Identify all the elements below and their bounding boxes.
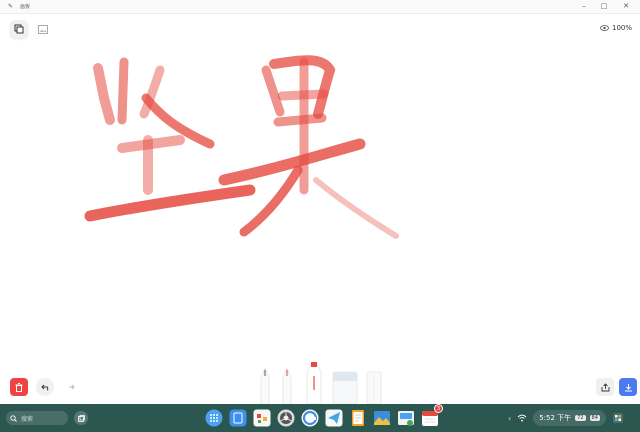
layers-button[interactable]: [10, 20, 28, 38]
tray-chip-1: 72: [575, 415, 586, 421]
control-center-icon[interactable]: [612, 412, 624, 424]
clear-canvas-button[interactable]: [10, 378, 28, 396]
taskbar-search[interactable]: 搜索: [6, 411, 68, 425]
layers-icon: [14, 24, 24, 34]
marker-tool-selected[interactable]: [306, 362, 322, 404]
eraser-tool[interactable]: [332, 371, 358, 404]
whiteboard-window: ✎ 画板 – □ ✕ 100%: [0, 0, 640, 404]
telegram-icon[interactable]: [324, 408, 344, 428]
weather-icon[interactable]: [396, 408, 416, 428]
file-manager-icon[interactable]: [228, 408, 248, 428]
edit-controls: [10, 378, 80, 396]
multitask-button[interactable]: [74, 411, 88, 425]
share-button[interactable]: [596, 378, 614, 396]
ruler-tool[interactable]: [366, 371, 382, 404]
download-icon: [624, 383, 632, 391]
clock-time: 5:52 下午: [539, 414, 572, 422]
browser-icon[interactable]: [300, 408, 320, 428]
pen-tray: [260, 362, 382, 404]
trash-icon: [15, 382, 23, 392]
multitask-icon: [77, 414, 85, 422]
undo-icon: [41, 384, 49, 390]
system-tray: ‹ 5:52 下午 72 84: [508, 410, 624, 426]
search-icon: [10, 414, 17, 422]
notification-badge: 3: [434, 404, 443, 413]
dock: 3: [204, 404, 443, 430]
handwriting-strokes: [84, 55, 399, 239]
taskbar: 搜索 3 ‹ 5:52 下午 72 84: [0, 404, 640, 432]
image-icon: [38, 24, 48, 34]
zoom-indicator[interactable]: 100%: [600, 19, 638, 37]
drawing-canvas[interactable]: [60, 40, 430, 260]
insert-image-button[interactable]: [34, 20, 52, 38]
redo-button[interactable]: [62, 378, 80, 396]
stroke: [93, 63, 115, 125]
close-button[interactable]: ✕: [618, 0, 634, 13]
pages-icon[interactable]: [348, 408, 368, 428]
gallery-icon[interactable]: [372, 408, 392, 428]
eye-icon: [600, 25, 609, 31]
minimize-button[interactable]: –: [576, 0, 592, 13]
stroke: [313, 177, 399, 239]
clock-widget[interactable]: 5:52 下午 72 84: [533, 410, 606, 426]
stroke: [239, 165, 303, 237]
stroke: [261, 65, 285, 117]
tray-chip-2: 84: [589, 415, 600, 421]
notes-app-icon[interactable]: [252, 408, 272, 428]
save-button[interactable]: [619, 378, 637, 396]
search-placeholder: 搜索: [21, 415, 34, 423]
launcher-icon[interactable]: [204, 408, 224, 428]
title-bar: ✎ 画板 – □ ✕: [0, 0, 640, 14]
calendar-icon[interactable]: 3: [420, 404, 443, 428]
chevron-left-icon[interactable]: ‹: [508, 414, 511, 423]
share-icon: [601, 382, 609, 391]
pen-tool[interactable]: [282, 367, 292, 404]
pencil-tool[interactable]: [260, 367, 270, 404]
maximize-button[interactable]: □: [596, 0, 612, 13]
stroke: [84, 184, 256, 222]
redo-icon: [69, 384, 75, 389]
zoom-label: 100%: [612, 24, 633, 32]
pen-app-icon: ✎: [8, 3, 14, 10]
window-title: 画板: [20, 4, 31, 10]
stroke: [117, 57, 129, 125]
wifi-icon[interactable]: [517, 414, 527, 422]
undo-button[interactable]: [36, 378, 54, 396]
chrome-icon[interactable]: [276, 408, 296, 428]
